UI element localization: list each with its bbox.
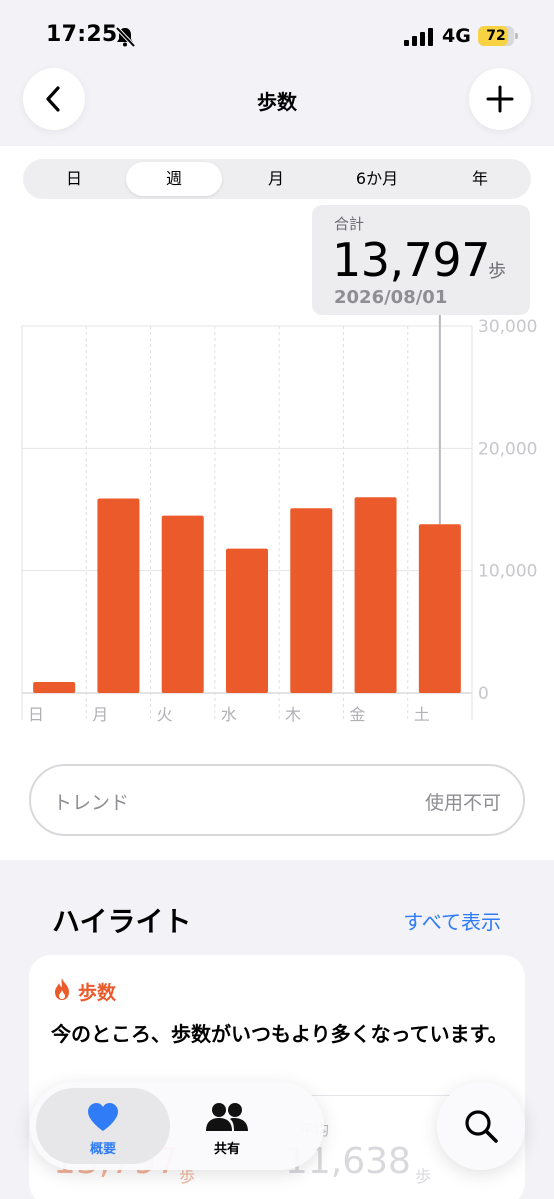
- x-tick-label: 金: [349, 705, 365, 724]
- add-data-button[interactable]: [469, 68, 531, 130]
- battery-level: 72: [486, 28, 506, 44]
- status-time: 17:25: [46, 22, 118, 47]
- segment-day[interactable]: 日: [26, 162, 122, 196]
- highlight-text: 今のところ、歩数がいつもより多くなっています。: [51, 1022, 508, 1046]
- show-all-link[interactable]: すべて表示: [403, 906, 501, 935]
- y-tick-label: 10,000: [478, 562, 537, 582]
- x-tick-label: 水: [221, 705, 237, 724]
- tab-summary[interactable]: 概要: [36, 1088, 170, 1164]
- x-tick-label: 木: [285, 705, 301, 724]
- bell-slash-icon: [115, 26, 136, 48]
- trend-row[interactable]: トレンド 使用不可: [29, 764, 525, 836]
- segment-week[interactable]: 週: [126, 162, 222, 196]
- tab-summary-label: 概要: [89, 1142, 116, 1157]
- tab-sharing[interactable]: 共有: [160, 1088, 294, 1164]
- x-tick-label: 火: [157, 705, 173, 724]
- tooltip-label: 合計: [334, 215, 365, 233]
- bar-5[interactable]: [354, 497, 397, 693]
- trend-label: トレンド: [53, 792, 130, 814]
- highlights-title: ハイライト: [52, 905, 192, 938]
- x-tick-label: 月: [92, 705, 108, 724]
- tab-sharing-label: 共有: [213, 1142, 240, 1157]
- x-tick-label: 土: [414, 705, 430, 724]
- bar-3[interactable]: [226, 548, 268, 693]
- bar-2[interactable]: [161, 515, 204, 693]
- bar-0[interactable]: [33, 681, 76, 693]
- battery-icon: 72: [478, 26, 518, 46]
- people-icon: [206, 1103, 248, 1131]
- highlight-category: 歩数: [78, 982, 117, 1004]
- x-tick-label: 日: [28, 705, 44, 724]
- segment-year[interactable]: 年: [432, 162, 528, 196]
- y-tick-label: 30,000: [478, 317, 537, 337]
- status-bar: 17:25 4G 72: [0, 0, 554, 70]
- bar-1[interactable]: [97, 498, 140, 693]
- y-tick-label: 0: [478, 684, 489, 704]
- search-button[interactable]: [437, 1082, 525, 1170]
- tab-bar: 概要 共有: [30, 1082, 324, 1170]
- tooltip-value: 13,797: [332, 233, 490, 287]
- flame-icon: [55, 978, 69, 1000]
- search-icon: [465, 1110, 498, 1143]
- heart-icon: [88, 1103, 118, 1131]
- y-tick-label: 20,000: [478, 439, 537, 459]
- trend-status: 使用不可: [424, 792, 501, 814]
- plus-icon: [486, 85, 514, 113]
- selection-tooltip: 合計 13,797 歩 2026/08/01: [312, 205, 530, 315]
- bar-4[interactable]: [290, 508, 333, 693]
- network-type: 4G: [442, 25, 471, 47]
- segment-month[interactable]: 月: [228, 162, 324, 196]
- tooltip-unit: 歩: [488, 261, 506, 282]
- signal-icon: [404, 28, 433, 46]
- bar-6[interactable]: [418, 524, 461, 693]
- tooltip-date: 2026/08/01: [334, 287, 448, 308]
- segment-6months[interactable]: 6か月: [329, 162, 425, 196]
- time-range-segmented-control: 日 週 月 6か月 年: [23, 159, 531, 199]
- highlight-average-unit: 歩: [415, 1167, 432, 1186]
